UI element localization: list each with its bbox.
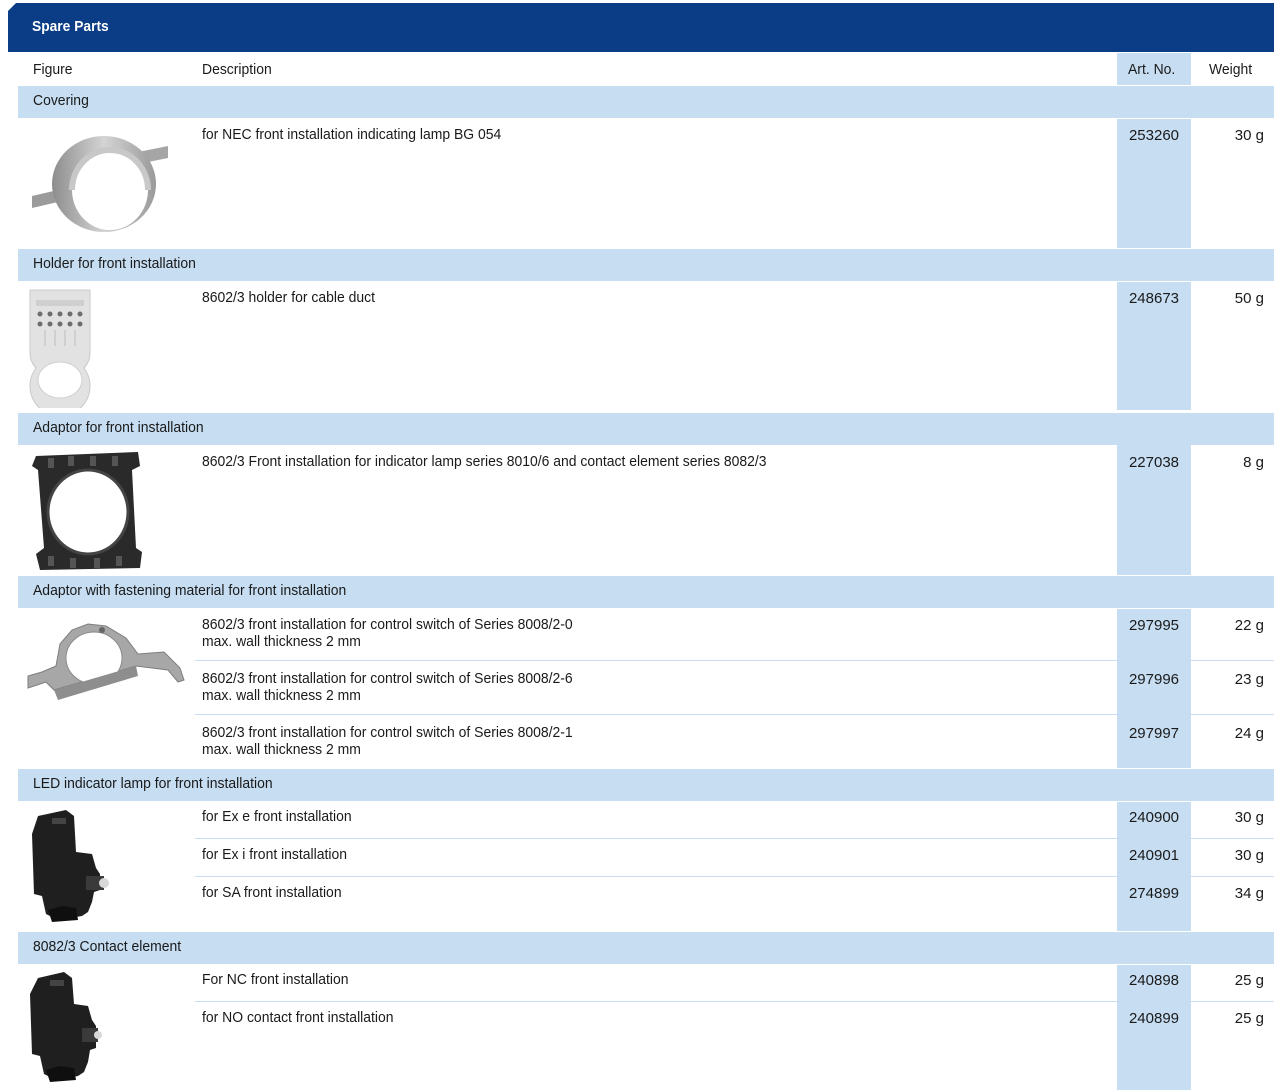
item-description: for Ex e front installation <box>202 808 352 825</box>
row-separator <box>195 876 1274 877</box>
contact-element-image <box>18 968 190 1088</box>
item-art-no: 227038 <box>1128 454 1180 471</box>
item-art-no: 297997 <box>1128 725 1180 742</box>
item-weight: 8 g <box>1243 454 1264 471</box>
group-title: Adaptor with fastening material for fron… <box>33 582 347 599</box>
item-description: for NEC front installation indicating la… <box>202 126 502 143</box>
group-title: Holder for front installation <box>33 255 196 272</box>
page-title: Spare Parts <box>32 18 109 35</box>
spare-parts-sheet: Spare Parts Figure Description Art. No. … <box>0 0 1274 1090</box>
column-header-figure: Figure <box>33 61 73 78</box>
item-description: for Ex i front installation <box>202 846 347 863</box>
column-header-description: Description <box>202 61 272 78</box>
item-description: 8602/3 Front installation for indicator … <box>202 453 767 470</box>
group-title: Adaptor for front installation <box>33 419 204 436</box>
covering-ring-image <box>18 124 190 242</box>
group-title: LED indicator lamp for front installatio… <box>33 775 273 792</box>
item-weight: 30 g <box>1234 847 1264 864</box>
item-weight: 34 g <box>1234 885 1264 902</box>
item-description: 8602/3 front installation for control sw… <box>202 616 573 633</box>
group-header: Adaptor for front installation <box>18 413 1274 445</box>
item-description: 8602/3 front installation for control sw… <box>202 670 573 687</box>
bracket-image <box>18 616 190 716</box>
row-separator <box>195 714 1274 715</box>
item-weight: 25 g <box>1234 1010 1264 1027</box>
item-art-no: 253260 <box>1128 127 1180 144</box>
group-header: 8082/3 Contact element <box>18 932 1274 964</box>
group-title: Covering <box>33 92 89 109</box>
item-description: for NO contact front installation <box>202 1009 394 1026</box>
item-weight: 30 g <box>1234 809 1264 826</box>
item-weight: 24 g <box>1234 725 1264 742</box>
item-art-no: 297995 <box>1128 617 1180 634</box>
item-art-no: 240900 <box>1128 809 1180 826</box>
item-note: max. wall thickness 2 mm <box>202 741 361 758</box>
item-art-no: 297996 <box>1128 671 1180 688</box>
item-note: max. wall thickness 2 mm <box>202 687 361 704</box>
item-weight: 30 g <box>1234 127 1264 144</box>
row-separator <box>195 660 1274 661</box>
led-module-image <box>18 806 190 926</box>
item-weight: 22 g <box>1234 617 1264 634</box>
adaptor-ring-image <box>18 448 190 572</box>
group-header: Holder for front installation <box>18 249 1274 281</box>
item-description: for SA front installation <box>202 884 342 901</box>
group-title: 8082/3 Contact element <box>33 938 182 955</box>
group-header: LED indicator lamp for front installatio… <box>18 769 1274 801</box>
item-art-no: 274899 <box>1128 885 1180 902</box>
item-art-no: 240899 <box>1128 1010 1180 1027</box>
row-separator <box>195 1001 1274 1002</box>
item-description: 8602/3 front installation for control sw… <box>202 724 573 741</box>
row-separator <box>195 838 1274 839</box>
group-header: Covering <box>18 86 1274 118</box>
item-art-no: 240898 <box>1128 972 1180 989</box>
item-note: max. wall thickness 2 mm <box>202 633 361 650</box>
holder-plate-image <box>18 286 190 417</box>
item-weight: 23 g <box>1234 671 1264 688</box>
item-art-no: 240901 <box>1128 847 1180 864</box>
item-description: 8602/3 holder for cable duct <box>202 289 375 306</box>
column-header-weight: Weight <box>1209 61 1253 78</box>
item-description: For NC front installation <box>202 971 349 988</box>
item-weight: 25 g <box>1234 972 1264 989</box>
title-bar: Spare Parts <box>8 3 1274 52</box>
item-art-no: 248673 <box>1128 290 1180 307</box>
column-header-art-no: Art. No. <box>1128 61 1176 78</box>
group-header: Adaptor with fastening material for fron… <box>18 576 1274 608</box>
item-weight: 50 g <box>1234 290 1264 307</box>
